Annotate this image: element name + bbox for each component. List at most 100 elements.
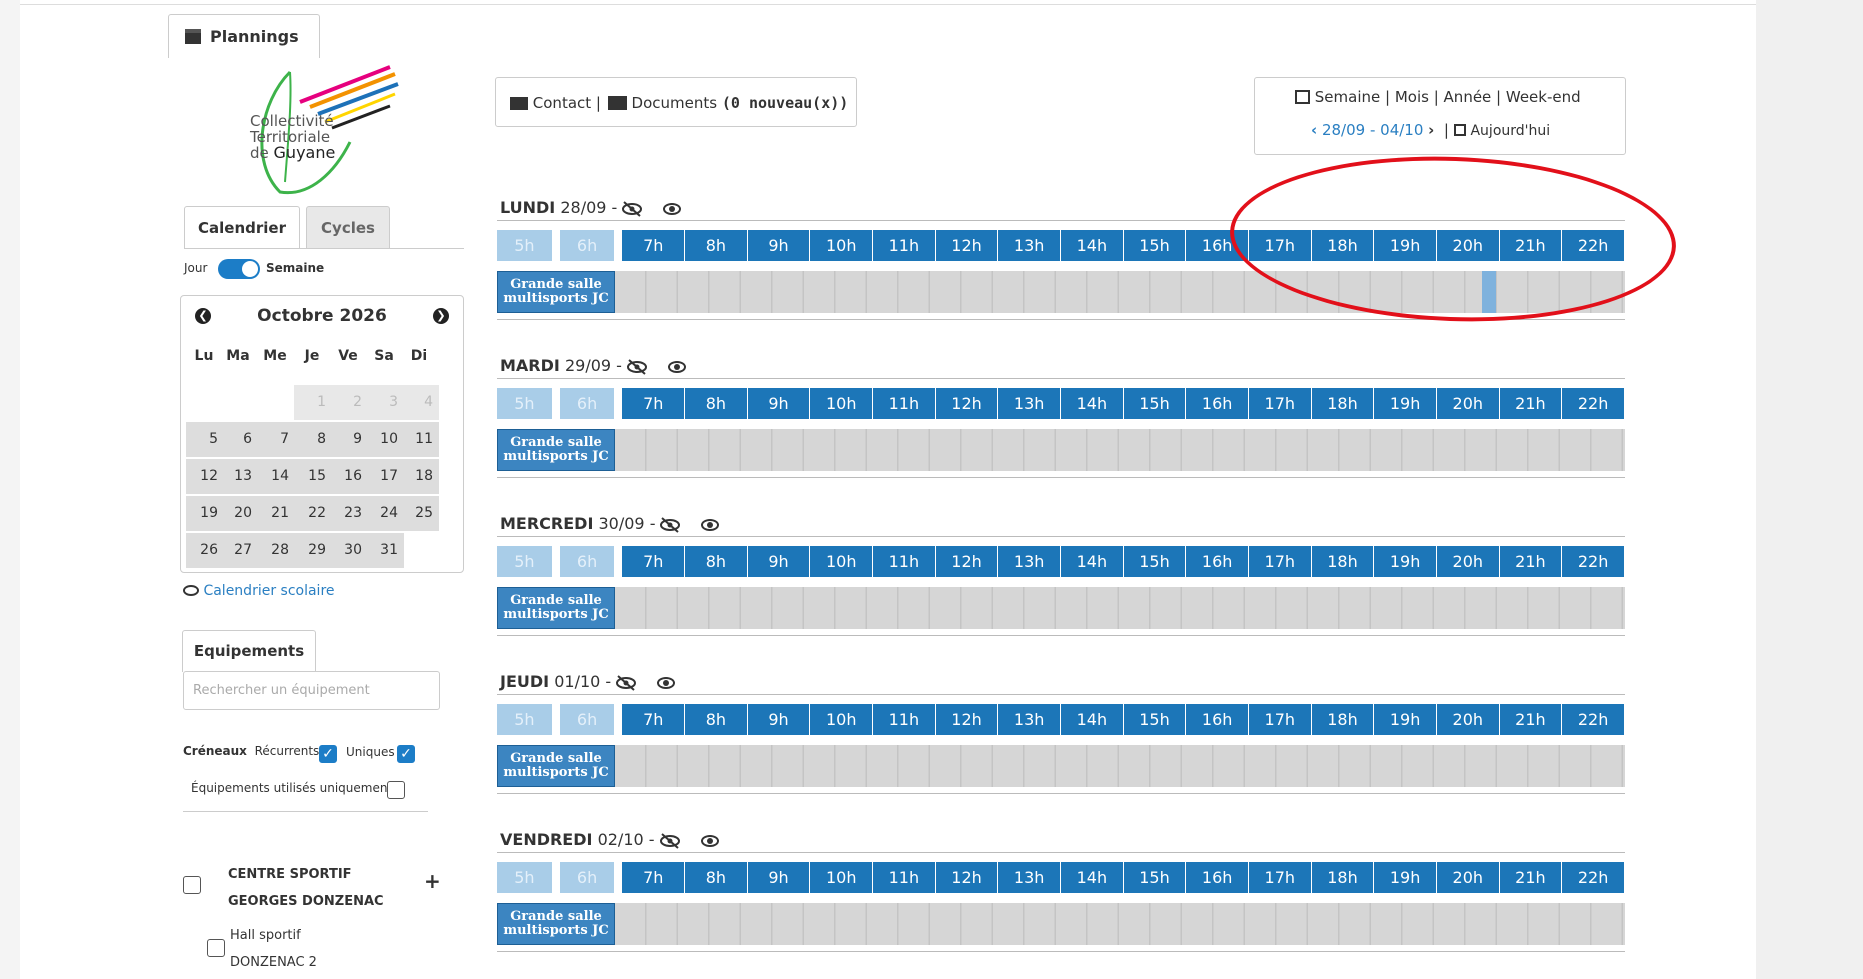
room-label-line-1: Grande salle xyxy=(510,593,602,608)
recurrent-label: Récurrents xyxy=(254,744,320,758)
hour-cell: 13h xyxy=(998,388,1060,419)
hour-cell: 5h xyxy=(497,388,552,419)
hide-eye-slash-icon[interactable] xyxy=(626,358,648,375)
calendar-day[interactable]: 29 xyxy=(294,533,332,568)
calendar-day[interactable]: 21 xyxy=(257,496,295,531)
print-icon xyxy=(1295,90,1310,104)
documents-link[interactable]: Documents xyxy=(632,94,718,112)
school-calendar-link[interactable]: Calendrier scolaire xyxy=(183,583,335,599)
expand-plus-icon[interactable]: + xyxy=(424,869,441,893)
calendar-day[interactable]: 23 xyxy=(330,496,368,531)
time-slots[interactable] xyxy=(615,587,1625,629)
tab-calendar[interactable]: Calendrier xyxy=(184,206,300,248)
logo-line-3: de Guyane xyxy=(250,145,335,162)
calendar-day[interactable]: 3 xyxy=(366,385,404,420)
hide-eye-slash-icon[interactable] xyxy=(615,674,637,691)
hour-cell: 17h xyxy=(1248,388,1311,419)
day-week-toggle[interactable] xyxy=(218,259,260,279)
calendar-day[interactable]: 19 xyxy=(186,496,224,531)
hour-cell: 5h xyxy=(497,704,552,735)
calendar-day[interactable]: 11 xyxy=(401,422,439,457)
contact-link[interactable]: Contact xyxy=(533,94,591,112)
school-calendar-label: Calendrier scolaire xyxy=(203,583,335,599)
calendar-day[interactable]: 5 xyxy=(186,422,224,457)
time-slots[interactable] xyxy=(615,903,1625,945)
calendar-day[interactable]: 22 xyxy=(294,496,332,531)
tab-equipments[interactable]: Equipements xyxy=(182,630,316,672)
calendar-day[interactable]: 7 xyxy=(257,422,295,457)
used-only-checkbox[interactable] xyxy=(387,781,405,799)
unique-checkbox[interactable]: ✓ xyxy=(397,745,415,763)
time-slots[interactable] xyxy=(615,429,1625,471)
hall-checkbox[interactable] xyxy=(207,939,225,957)
calendar-day[interactable]: 25 xyxy=(401,496,439,531)
next-month-icon[interactable]: ❯ xyxy=(433,308,449,324)
hour-cell: 13h xyxy=(998,704,1060,735)
time-slots[interactable] xyxy=(615,745,1625,787)
room-label[interactable]: Grande salle multisports JC xyxy=(497,429,615,471)
view-week[interactable]: Semaine xyxy=(1315,88,1380,106)
room-label-line-2: multisports JC xyxy=(503,765,609,780)
calendar-day[interactable]: 13 xyxy=(220,459,258,494)
calendar-day[interactable]: 27 xyxy=(220,533,258,568)
prev-week-chevron-icon[interactable]: ‹ xyxy=(1311,121,1317,139)
calendar-day[interactable]: 30 xyxy=(330,533,368,568)
show-eye-icon[interactable] xyxy=(701,518,720,531)
today-button[interactable]: Aujourd'hui xyxy=(1470,123,1550,139)
show-eye-icon[interactable] xyxy=(657,676,676,689)
show-eye-icon[interactable] xyxy=(667,360,686,373)
next-week-chevron-icon[interactable]: › xyxy=(1428,121,1434,139)
show-eye-icon[interactable] xyxy=(663,202,682,215)
hour-cell: 12h xyxy=(935,546,998,577)
view-month[interactable]: Mois xyxy=(1395,88,1429,106)
calendar-day[interactable]: 1 xyxy=(294,385,332,420)
calendar-day[interactable]: 24 xyxy=(366,496,404,531)
left-gutter xyxy=(0,0,20,979)
center-checkbox[interactable] xyxy=(183,876,201,894)
room-label[interactable]: Grande salle multisports JC xyxy=(497,587,615,629)
view-weekend[interactable]: Week-end xyxy=(1506,88,1581,106)
room-label[interactable]: Grande salle multisports JC xyxy=(497,903,615,945)
room-label[interactable]: Grande salle multisports JC xyxy=(497,271,615,313)
hide-eye-slash-icon[interactable] xyxy=(621,200,643,217)
hour-cell: 19h xyxy=(1374,704,1436,735)
equipment-search-input[interactable]: Rechercher un équipement xyxy=(183,671,440,710)
calendar-day[interactable]: 4 xyxy=(401,385,439,420)
calendar-day[interactable]: 28 xyxy=(257,533,295,568)
calendar-day[interactable]: 18 xyxy=(401,459,439,494)
show-eye-icon[interactable] xyxy=(700,834,719,847)
calendar-day[interactable]: 15 xyxy=(294,459,332,494)
room-label[interactable]: Grande salle multisports JC xyxy=(497,745,615,787)
tab-equipments-label: Equipements xyxy=(193,642,305,660)
calendar-day[interactable]: 16 xyxy=(330,459,368,494)
calendar-day[interactable]: 2 xyxy=(330,385,368,420)
calendar-day[interactable]: 10 xyxy=(366,422,404,457)
hall-name-line-2: DONZENAC 2 xyxy=(230,955,317,970)
calendar-day[interactable]: 9 xyxy=(330,422,368,457)
calendar-day[interactable]: 6 xyxy=(220,422,258,457)
right-gutter xyxy=(1756,0,1863,979)
calendar-day[interactable]: 14 xyxy=(257,459,295,494)
new-documents-count: (0 nouveau(x)) xyxy=(721,94,849,112)
hide-eye-slash-icon[interactable] xyxy=(659,516,681,533)
day-name: MARDI xyxy=(500,356,560,375)
calendar-day[interactable]: 12 xyxy=(186,459,224,494)
calendar-day[interactable]: 8 xyxy=(294,422,332,457)
hour-cell: 17h xyxy=(1248,862,1311,893)
tab-cycles[interactable]: Cycles xyxy=(306,206,390,248)
hour-cell: 21h xyxy=(1499,862,1562,893)
hour-header-row: 5h 6h 7h 8h 9h 10h 11h 12h 13h 14h 15h 16h 17h 18h 19h… xyxy=(497,546,1625,577)
hour-cell: 21h xyxy=(1499,704,1562,735)
tab-plannings[interactable]: Plannings xyxy=(168,14,320,58)
hour-cell: 12h xyxy=(935,704,998,735)
hide-eye-slash-icon[interactable] xyxy=(659,832,681,849)
toggle-day-label: Jour xyxy=(184,261,208,275)
hour-cell: 11h xyxy=(873,704,935,735)
calendar-day[interactable]: 26 xyxy=(186,533,224,568)
hour-cell: 15h xyxy=(1123,862,1186,893)
calendar-day[interactable]: 17 xyxy=(366,459,404,494)
calendar-day[interactable]: 31 xyxy=(366,533,404,568)
recurrent-checkbox[interactable]: ✓ xyxy=(319,745,337,763)
view-year[interactable]: Année xyxy=(1444,88,1492,106)
calendar-day[interactable]: 20 xyxy=(220,496,258,531)
